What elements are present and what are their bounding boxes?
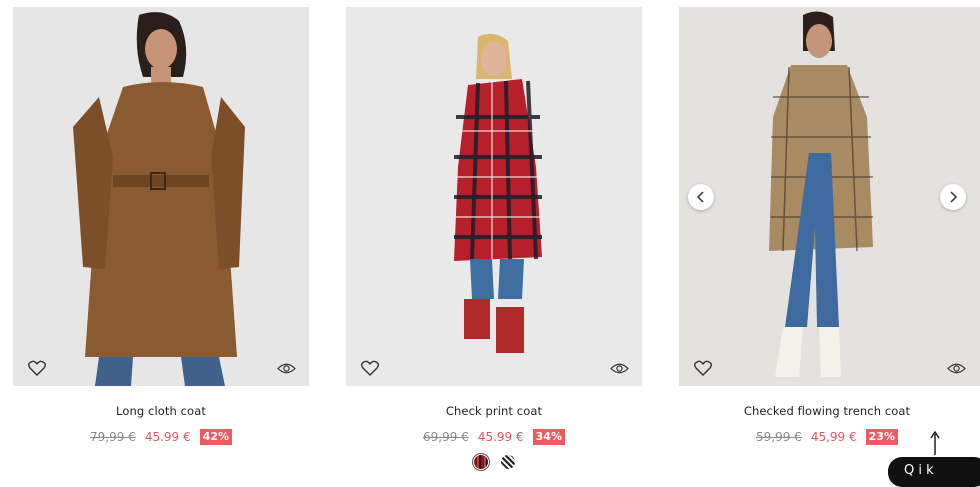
product-card[interactable]: Long cloth coat 79,99 € 45.99 € 42% bbox=[13, 7, 309, 445]
chevron-right-icon bbox=[950, 191, 958, 203]
model-photo bbox=[679, 7, 980, 386]
eye-icon[interactable] bbox=[947, 362, 966, 375]
chevron-left-icon bbox=[696, 191, 704, 203]
discount-badge: 42% bbox=[199, 429, 232, 445]
color-swatches bbox=[346, 455, 642, 469]
product-name[interactable]: Checked flowing trench coat bbox=[679, 404, 975, 418]
original-price: 79,99 € bbox=[90, 430, 136, 444]
discount-badge: 23% bbox=[865, 429, 898, 445]
color-swatch-black-check[interactable] bbox=[500, 455, 515, 469]
original-price: 69,99 € bbox=[423, 430, 469, 444]
sale-price: 45.99 € bbox=[477, 430, 524, 444]
discount-badge: 34% bbox=[532, 429, 565, 445]
prev-image-button[interactable] bbox=[688, 184, 714, 210]
quick-action-button[interactable]: Q i k bbox=[888, 457, 980, 487]
eye-icon[interactable] bbox=[277, 362, 296, 375]
model-photo bbox=[346, 7, 642, 386]
heart-icon[interactable] bbox=[694, 360, 712, 376]
product-card[interactable]: Check print coat 69,99 € 45.99 € 34% bbox=[346, 7, 642, 469]
product-image[interactable] bbox=[13, 7, 309, 386]
price-row: 79,99 € 45.99 € 42% bbox=[13, 429, 309, 445]
heart-icon[interactable] bbox=[28, 360, 46, 376]
product-grid: Long cloth coat 79,99 € 45.99 € 42% Chec… bbox=[0, 0, 980, 487]
product-image[interactable] bbox=[346, 7, 642, 386]
price-row: 69,99 € 45.99 € 34% bbox=[346, 429, 642, 445]
eye-icon[interactable] bbox=[610, 362, 629, 375]
original-price: 59,99 € bbox=[756, 430, 802, 444]
model-photo bbox=[13, 7, 309, 386]
product-name[interactable]: Long cloth coat bbox=[13, 404, 309, 418]
color-swatch-red-check[interactable] bbox=[473, 455, 488, 469]
product-name[interactable]: Check print coat bbox=[346, 404, 642, 418]
sale-price: 45,99 € bbox=[810, 430, 857, 444]
heart-icon[interactable] bbox=[361, 360, 379, 376]
sale-price: 45.99 € bbox=[144, 430, 191, 444]
arrow-up-icon[interactable] bbox=[930, 431, 940, 455]
product-image[interactable] bbox=[679, 7, 980, 386]
next-image-button[interactable] bbox=[940, 184, 966, 210]
product-card[interactable]: Checked flowing trench coat 59,99 € 45,9… bbox=[679, 7, 980, 445]
